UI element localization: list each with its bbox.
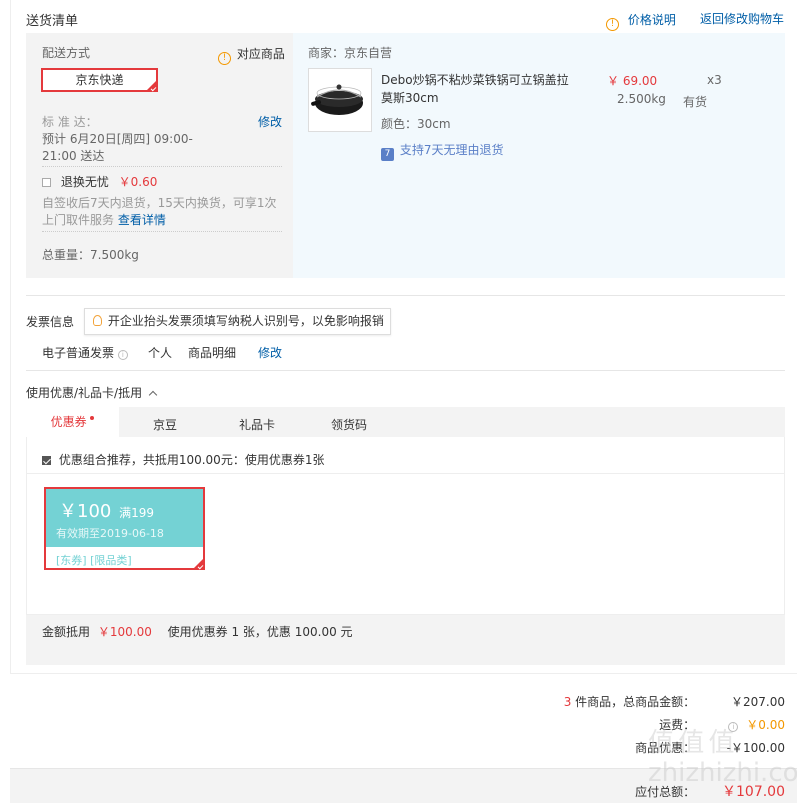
discount-total-amount: -￥100.00 xyxy=(726,741,785,755)
shipping-fee-row: 运费： i ￥0.00 xyxy=(385,716,785,733)
discount-total-label: 商品优惠： xyxy=(635,741,696,755)
payable-row: 应付总额： ￥107.00 xyxy=(385,781,785,801)
shipping-fee-label: 运费： xyxy=(659,718,696,732)
payable-amount: ￥107.00 xyxy=(722,784,785,800)
payable-label: 应付总额： xyxy=(635,785,696,799)
discount-total-row: 商品优惠： -￥100.00 xyxy=(385,739,785,756)
shipping-fee-value: i ￥0.00 xyxy=(715,716,785,733)
info-icon[interactable]: i xyxy=(728,722,739,732)
goods-total-row: 3 件商品，总商品金额： ￥207.00 xyxy=(385,693,785,710)
section-border xyxy=(10,0,797,674)
shipping-fee-amount: ￥0.00 xyxy=(746,718,785,732)
goods-count-suffix: 件商品，总商品金额： xyxy=(575,695,696,709)
goods-amount: ￥207.00 xyxy=(731,695,785,709)
goods-count: 3 xyxy=(563,695,572,709)
